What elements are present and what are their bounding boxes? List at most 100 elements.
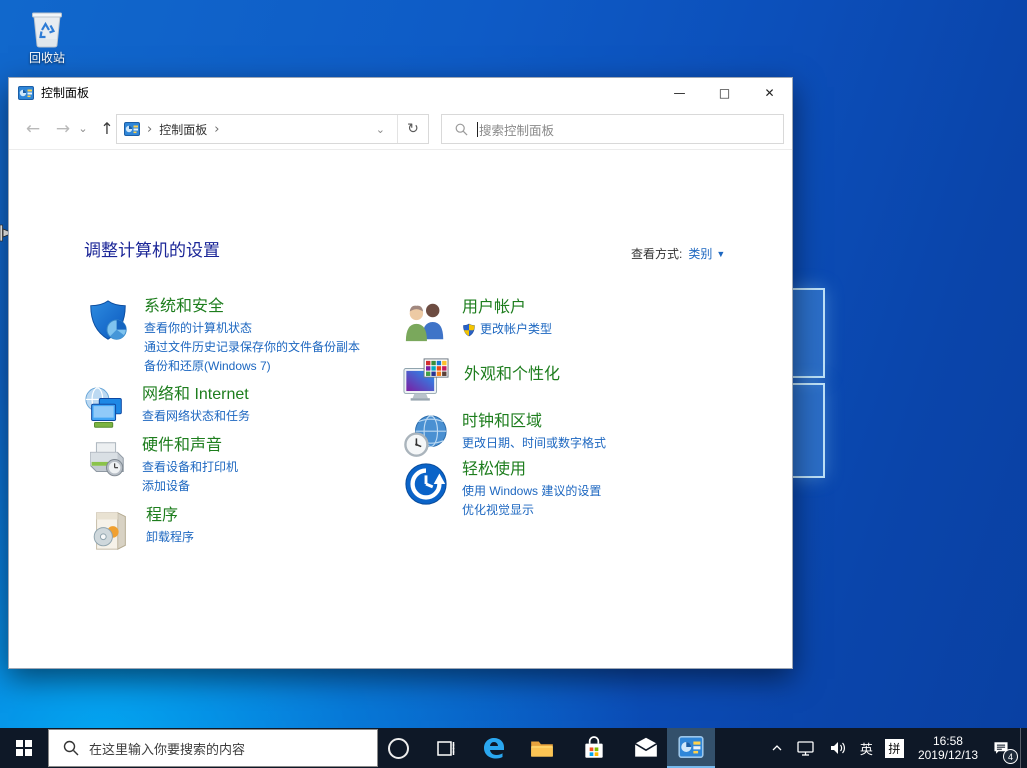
taskbar-clock[interactable]: 16:58 2019/12/13 <box>910 728 986 768</box>
speaker-icon <box>828 739 848 757</box>
taskbar-search-box[interactable]: 在这里输入你要搜索的内容 <box>48 729 378 767</box>
task-link[interactable]: 使用 Windows 建议的设置 <box>462 482 601 501</box>
category-hardware-and-sound: 硬件和声音 查看设备和打印机 添加设备 <box>83 435 238 496</box>
category-title-ease-of-access[interactable]: 轻松使用 <box>462 459 601 480</box>
view-by-dropdown-arrow-icon[interactable]: ▼ <box>716 249 725 259</box>
category-title-clock-region[interactable]: 时钟和区域 <box>462 411 606 432</box>
control-panel-app-icon <box>18 86 34 100</box>
ime-mode-button[interactable]: 拼 <box>879 728 910 768</box>
cortana-icon <box>388 738 409 759</box>
page-title: 调整计算机的设置 <box>84 236 220 261</box>
cortana-button[interactable] <box>376 728 420 768</box>
category-system-and-security: 系统和安全 查看你的计算机状态 通过文件历史记录保存你的文件备份副本 备份和还原… <box>85 296 360 376</box>
programs-box-icon[interactable] <box>87 507 133 553</box>
task-link[interactable]: 备份和还原(Windows 7) <box>144 357 360 376</box>
task-view-button[interactable] <box>424 728 468 768</box>
task-link[interactable]: 卸载程序 <box>146 528 194 547</box>
system-security-shield-icon[interactable] <box>85 298 131 344</box>
clock-date: 2019/12/13 <box>918 748 978 762</box>
recent-locations-chevron-icon[interactable]: ⌄ <box>75 107 91 150</box>
forward-button[interactable]: → <box>49 107 77 150</box>
task-view-icon <box>434 736 458 760</box>
control-panel-icon <box>678 736 704 758</box>
category-title-appearance[interactable]: 外观和个性化 <box>464 364 560 385</box>
explorer-toolbar: ← → ⌄ ↑ › <box>9 107 792 150</box>
network-tray-button[interactable] <box>790 728 822 768</box>
start-button[interactable] <box>0 728 48 768</box>
window-title: 控制面板 <box>41 84 89 101</box>
network-icon <box>796 739 816 757</box>
control-panel-taskbar-button[interactable] <box>667 728 715 768</box>
ease-of-access-icon[interactable] <box>403 461 449 507</box>
wallpaper-windows-logo-pane-top <box>791 288 825 378</box>
task-link[interactable]: 更改日期、时间或数字格式 <box>462 434 606 453</box>
recycle-bin-desktop-icon[interactable]: 回收站 <box>16 8 78 66</box>
category-clock-and-region: 时钟和区域 更改日期、时间或数字格式 <box>403 411 606 459</box>
notification-count-badge: 4 <box>1003 749 1018 764</box>
mail-icon <box>633 735 659 761</box>
category-appearance-personalization: 外观和个性化 <box>401 355 560 403</box>
edge-button[interactable] <box>472 728 516 768</box>
address-dropdown-chevron-icon[interactable]: ⌄ <box>368 123 393 136</box>
volume-tray-button[interactable] <box>822 728 854 768</box>
task-link[interactable]: 查看你的计算机状态 <box>144 319 360 338</box>
wallpaper-windows-logo-pane-bottom <box>791 383 825 478</box>
file-explorer-icon <box>529 735 555 761</box>
search-icon <box>63 740 79 756</box>
task-link-with-shield[interactable]: 更改帐户类型 <box>462 320 552 339</box>
breadcrumb-separator-icon[interactable]: › <box>214 122 219 137</box>
category-user-accounts: 用户帐户 更改帐户类型 <box>403 297 552 345</box>
control-panel-content: 调整计算机的设置 查看方式: 类别 ▼ <box>9 150 792 668</box>
task-link[interactable]: 添加设备 <box>142 477 238 496</box>
taskbar-search-placeholder: 在这里输入你要搜索的内容 <box>89 739 245 758</box>
minimize-button[interactable]: — <box>657 78 702 107</box>
address-bar[interactable]: › 控制面板 › ⌄ ↻ <box>116 114 429 144</box>
control-panel-window: 控制面板 — □ ✕ ← → ⌄ ↑ <box>8 77 793 669</box>
refresh-button[interactable]: ↻ <box>397 115 428 143</box>
task-link[interactable]: 优化视觉显示 <box>462 501 601 520</box>
breadcrumb-separator-icon: › <box>147 122 152 137</box>
task-link-label: 更改帐户类型 <box>480 320 552 339</box>
ime-pinyin-icon: 拼 <box>885 739 904 758</box>
view-by-control: 查看方式: 类别 ▼ <box>631 245 725 262</box>
file-explorer-button[interactable] <box>520 728 564 768</box>
action-center-button[interactable]: 4 <box>986 728 1016 768</box>
category-title-programs[interactable]: 程序 <box>146 505 194 526</box>
microsoft-store-button[interactable] <box>572 728 616 768</box>
category-network-and-internet: 网络和 Internet 查看网络状态和任务 <box>83 384 250 432</box>
mail-button[interactable] <box>624 728 668 768</box>
clock-region-icon[interactable] <box>403 413 449 459</box>
maximize-button[interactable]: □ <box>702 78 747 107</box>
category-title-user-accounts[interactable]: 用户帐户 <box>462 297 552 318</box>
search-placeholder: 搜索控制面板 <box>479 120 554 139</box>
hardware-sound-printer-icon[interactable] <box>83 437 129 483</box>
breadcrumb-control-panel-icon <box>124 122 140 136</box>
back-button[interactable]: ← <box>19 107 47 150</box>
close-button[interactable]: ✕ <box>747 78 792 107</box>
desktop: 回收站 控制面板 — □ ✕ <box>0 0 1027 768</box>
category-title-hardware-sound[interactable]: 硬件和声音 <box>142 435 238 456</box>
view-by-value[interactable]: 类别 <box>688 245 712 262</box>
control-panel-search-box[interactable]: 搜索控制面板 <box>441 114 784 144</box>
search-icon <box>455 123 468 136</box>
show-desktop-button[interactable] <box>1020 728 1027 768</box>
category-title-network-internet[interactable]: 网络和 Internet <box>142 384 250 405</box>
task-link[interactable]: 查看设备和打印机 <box>142 458 238 477</box>
task-link[interactable]: 通过文件历史记录保存你的文件备份副本 <box>144 338 360 357</box>
user-accounts-icon[interactable] <box>403 299 449 345</box>
appearance-personalization-icon[interactable] <box>401 357 451 403</box>
category-title-system-security[interactable]: 系统和安全 <box>144 296 360 317</box>
category-programs: 程序 卸载程序 <box>87 505 194 553</box>
category-ease-of-access: 轻松使用 使用 Windows 建议的设置 优化视觉显示 <box>403 459 601 520</box>
recycle-bin-label: 回收站 <box>16 49 78 66</box>
tray-expand-button[interactable] <box>764 728 790 768</box>
view-by-label: 查看方式: <box>631 245 682 262</box>
window-titlebar[interactable]: 控制面板 — □ ✕ <box>9 78 792 107</box>
breadcrumb-control-panel[interactable]: 控制面板 <box>159 121 207 138</box>
text-caret <box>477 122 478 137</box>
input-language-indicator[interactable]: 英 <box>854 728 879 768</box>
task-link[interactable]: 查看网络状态和任务 <box>142 407 250 426</box>
network-internet-icon[interactable] <box>83 386 129 432</box>
edge-icon <box>480 734 508 762</box>
system-tray: 英 拼 16:58 2019/12/13 4 <box>764 728 1027 768</box>
